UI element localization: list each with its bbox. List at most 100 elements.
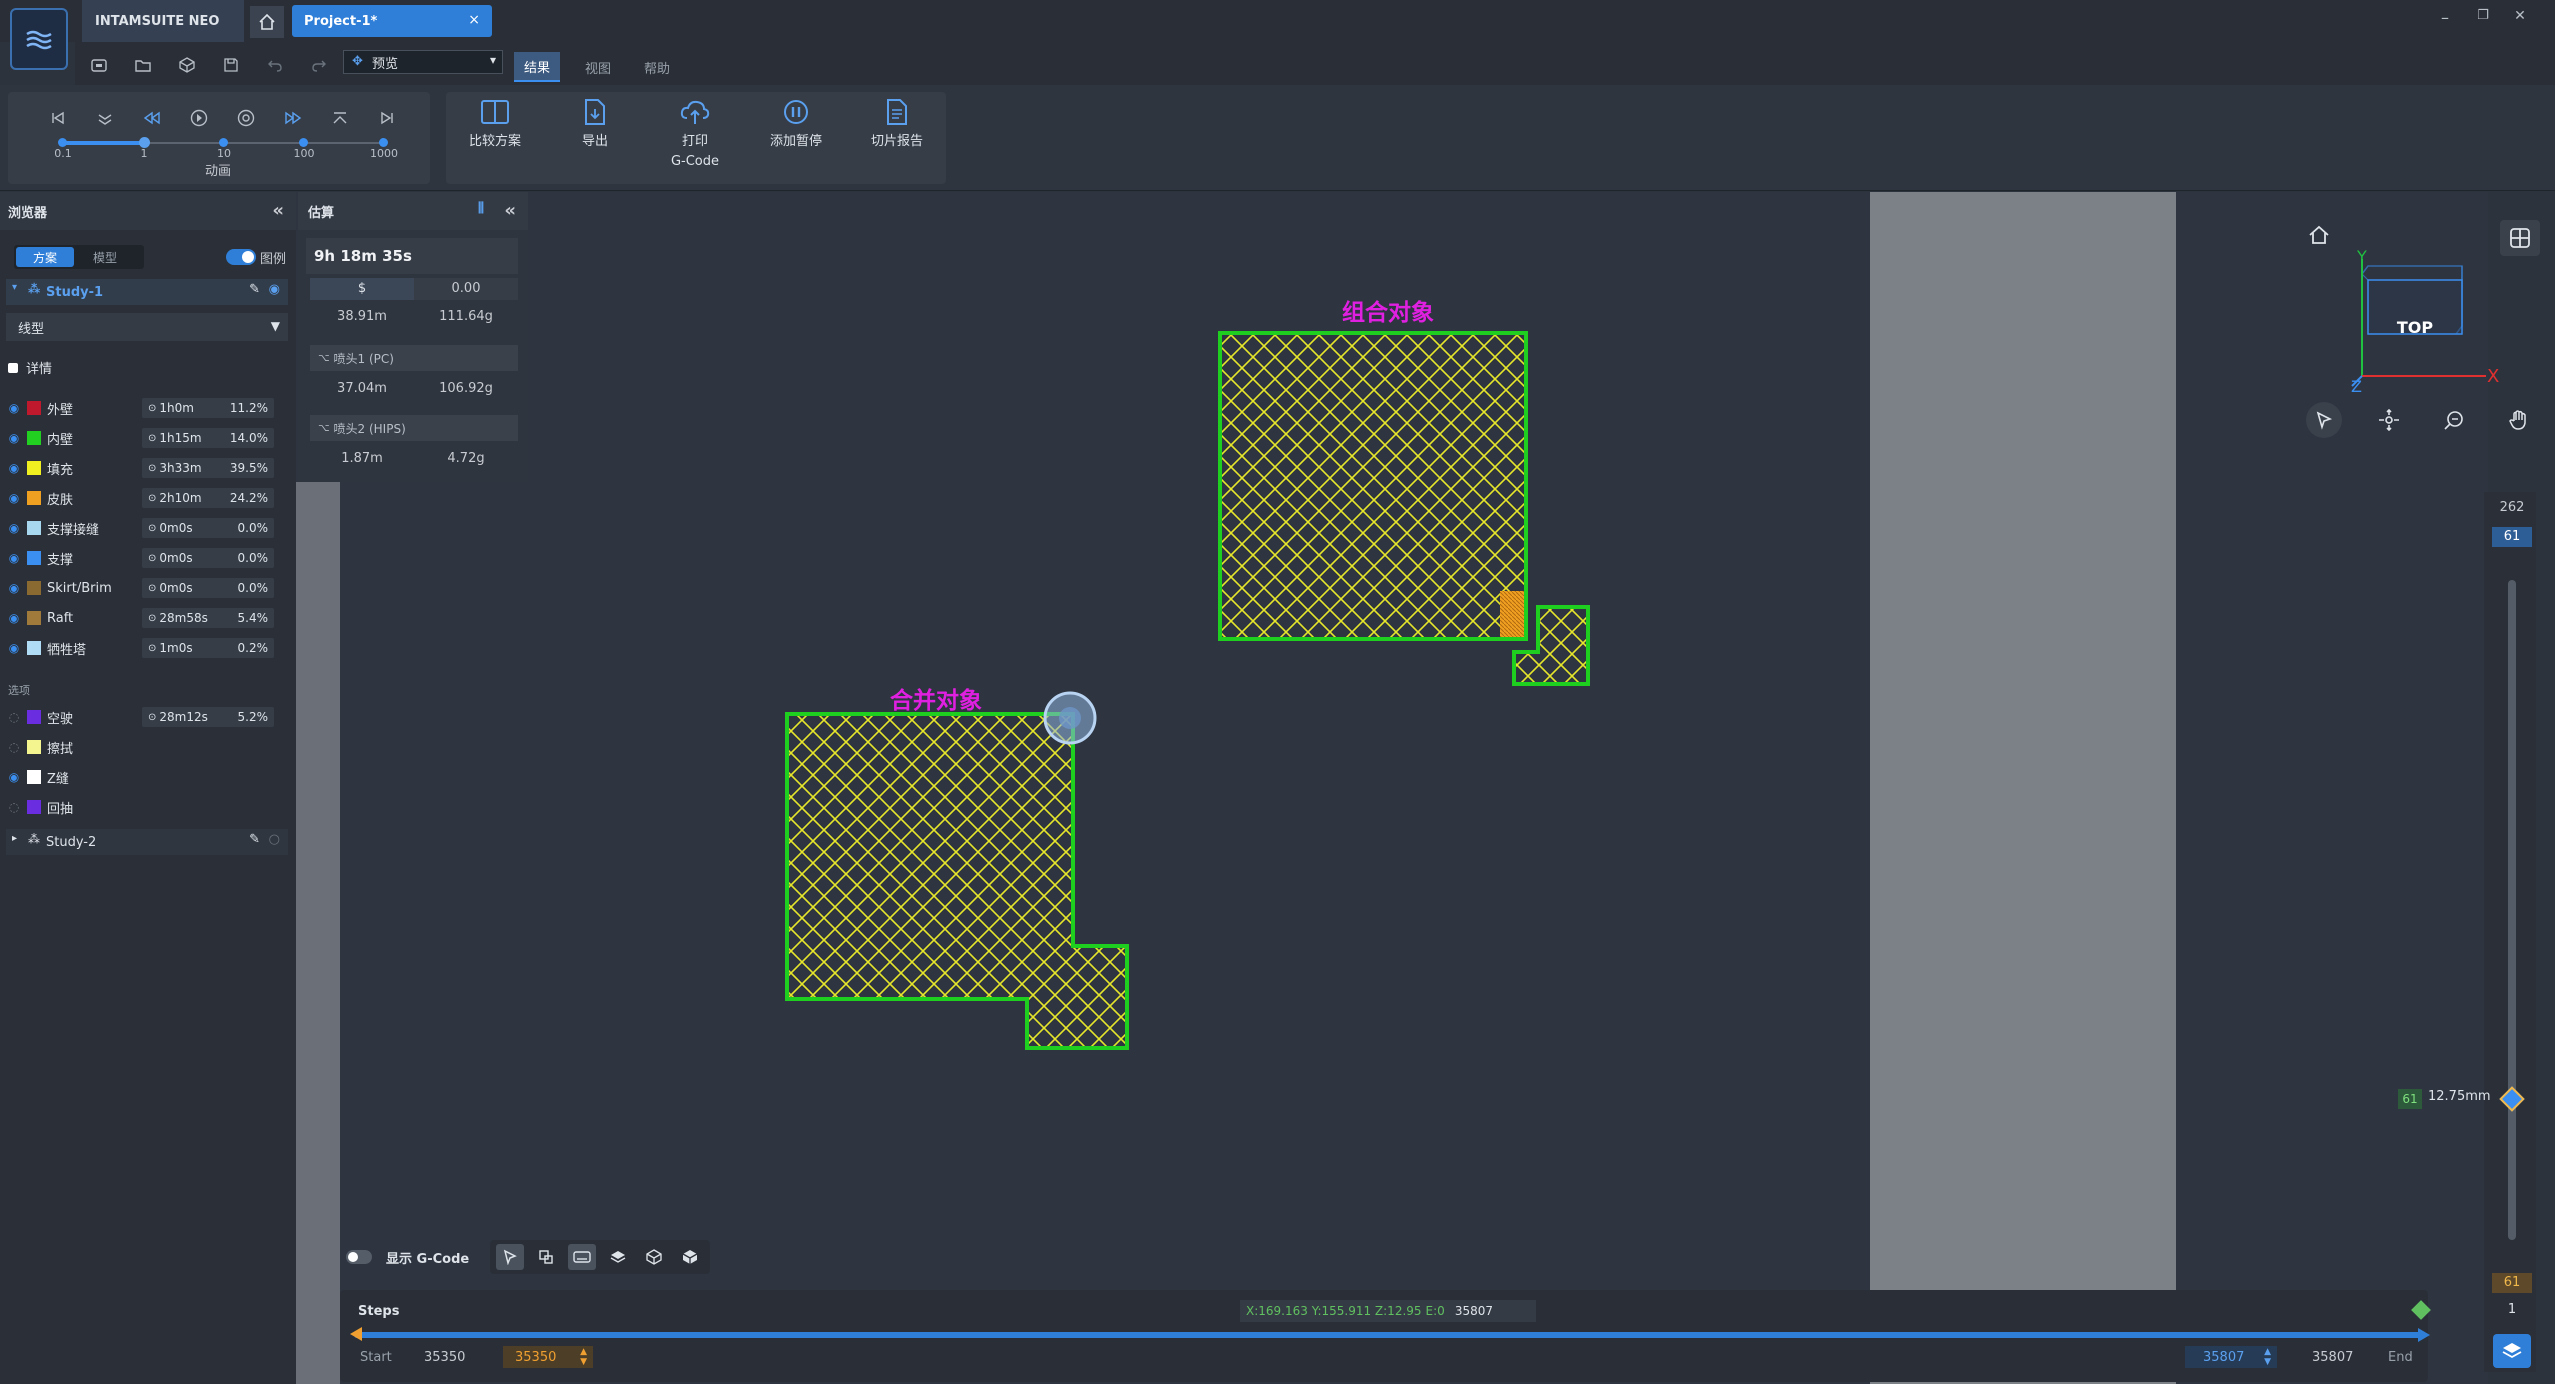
box-select-button[interactable]	[532, 1244, 560, 1270]
speed-tick[interactable]	[299, 138, 308, 147]
eye-icon[interactable]: ◉	[6, 770, 22, 784]
tab-view[interactable]: 视图	[575, 52, 621, 82]
feature-color-swatch[interactable]	[27, 611, 41, 625]
home-view-button[interactable]	[2308, 224, 2330, 246]
tab-help[interactable]: 帮助	[634, 52, 680, 82]
feature-color-swatch[interactable]	[27, 641, 41, 655]
view-cube[interactable]: TOP Y X Z	[2340, 244, 2510, 394]
stop-button[interactable]	[232, 106, 260, 130]
eye-icon[interactable]: ◉	[6, 431, 22, 445]
speed-tick[interactable]	[219, 138, 228, 147]
expand-icon[interactable]: ▸	[12, 833, 17, 844]
collapse-icon[interactable]: «	[272, 200, 284, 221]
feature-color-swatch[interactable]	[27, 401, 41, 415]
import-model-button[interactable]	[172, 52, 202, 78]
export-button[interactable]: 导出	[550, 98, 640, 180]
rewind-button[interactable]	[138, 106, 166, 130]
feature-row[interactable]: ◉ 填充 ⊙ 3h33m 39.5%	[6, 456, 276, 480]
feature-row[interactable]: ◉ Raft ⊙ 28m58s 5.4%	[6, 606, 276, 630]
edit-icon[interactable]: ✎	[249, 832, 260, 847]
feature-row[interactable]: ◉ 牺牲塔 ⊙ 1m0s 0.2%	[6, 636, 276, 660]
zoom-tool-button[interactable]	[2436, 402, 2472, 438]
slice-report-button[interactable]: 切片报告	[852, 98, 942, 180]
layer-slider-track[interactable]	[2508, 580, 2516, 1240]
select-mode-button[interactable]	[496, 1244, 524, 1270]
feature-color-swatch[interactable]	[27, 491, 41, 505]
restore-button[interactable]: ❐	[2470, 8, 2496, 23]
home-tab[interactable]	[250, 6, 284, 38]
feature-color-swatch[interactable]	[27, 551, 41, 565]
tab-plans[interactable]: 方案	[16, 247, 74, 267]
top-view-button[interactable]	[568, 1244, 596, 1270]
merge-object-toolpath[interactable]	[785, 712, 1129, 1050]
feature-color-swatch[interactable]	[27, 431, 41, 445]
add-pause-button[interactable]: 添加暂停	[751, 98, 841, 180]
speed-tick[interactable]	[58, 138, 67, 147]
option-row[interactable]: ◉ Z缝	[6, 765, 276, 789]
view-mode-select[interactable]: ✥ 预览 ▾	[343, 50, 503, 74]
feature-row[interactable]: ◉ 支撑接缝 ⊙ 0m0s 0.0%	[6, 516, 276, 540]
close-tab-icon[interactable]: ×	[468, 12, 480, 28]
new-file-button[interactable]	[84, 52, 114, 78]
pan-tool-button[interactable]	[2501, 402, 2537, 438]
legend-toggle[interactable]	[226, 249, 256, 265]
orbit-tool-button[interactable]	[2371, 402, 2407, 438]
color-scheme-select[interactable]: 线型 ▼	[6, 313, 288, 341]
option-row[interactable]: ◌ 擦拭	[6, 735, 276, 759]
columns-icon[interactable]: ⫼	[478, 201, 484, 216]
skip-start-button[interactable]	[44, 106, 72, 130]
undo-button[interactable]	[260, 52, 290, 78]
layer-current-bottom[interactable]: 61	[2492, 1273, 2532, 1293]
layers-button[interactable]	[2493, 1334, 2531, 1368]
print-gcode-button[interactable]: 打印 G-Code	[650, 98, 740, 180]
show-gcode-toggle[interactable]	[346, 1250, 372, 1264]
detail-checkbox[interactable]: 详情	[8, 358, 52, 377]
expand-icon[interactable]: ▾	[12, 282, 17, 293]
fast-forward-button[interactable]	[279, 106, 307, 130]
study-2-item[interactable]: ▸ ⁂ Study-2 ✎ ○	[6, 829, 288, 855]
skip-end-button[interactable]	[373, 106, 401, 130]
group-object-toolpath[interactable]	[1218, 331, 1590, 686]
layer-current-top[interactable]: 61	[2492, 527, 2532, 547]
eye-icon[interactable]: ◉	[6, 611, 22, 625]
edit-icon[interactable]: ✎	[249, 282, 260, 297]
eye-icon[interactable]: ◉	[6, 401, 22, 415]
feature-row[interactable]: ◉ 皮肤 ⊙ 2h10m 24.2%	[6, 486, 276, 510]
collapse-icon[interactable]: «	[504, 200, 516, 221]
select-tool-button[interactable]	[2306, 402, 2342, 438]
spin-icon[interactable]: ▲ ▼	[2264, 1347, 2271, 1367]
solid-view-button[interactable]	[640, 1244, 668, 1270]
start-step-input[interactable]: 35350 ▲ ▼	[503, 1346, 593, 1368]
tab-models[interactable]: 模型	[76, 247, 134, 267]
feature-row[interactable]: ◉ 外壁 ⊙ 1h0m 11.2%	[6, 396, 276, 420]
eye-off-icon[interactable]: ◌	[6, 800, 22, 814]
eye-icon[interactable]: ◉	[6, 521, 22, 535]
eye-off-icon[interactable]: ◌	[6, 740, 22, 754]
option-color-swatch[interactable]	[27, 800, 41, 814]
steps-track[interactable]	[354, 1332, 2424, 1338]
option-color-swatch[interactable]	[27, 740, 41, 754]
save-button[interactable]	[216, 52, 246, 78]
option-color-swatch[interactable]	[27, 710, 41, 724]
feature-color-swatch[interactable]	[27, 461, 41, 475]
speed-tick[interactable]	[379, 138, 388, 147]
eye-icon[interactable]: ◉	[6, 461, 22, 475]
feature-row[interactable]: ◉ Skirt/Brim ⊙ 0m0s 0.0%	[6, 576, 276, 600]
eye-icon[interactable]: ◉	[6, 641, 22, 655]
inactive-radio-icon[interactable]: ○	[269, 832, 280, 847]
project-tab[interactable]: Project-1* ×	[292, 5, 492, 37]
eye-off-icon[interactable]: ◌	[6, 710, 22, 724]
eye-icon[interactable]: ◉	[6, 581, 22, 595]
layer-up-button[interactable]	[326, 106, 354, 130]
option-row[interactable]: ◌ 空驶 ⊙ 28m12s 5.2%	[6, 705, 276, 729]
layer-view-button[interactable]	[604, 1244, 632, 1270]
minimize-button[interactable]: –	[2432, 8, 2458, 27]
xray-view-button[interactable]	[676, 1244, 704, 1270]
option-row[interactable]: ◌ 回抽	[6, 795, 276, 819]
close-window-button[interactable]: ✕	[2507, 8, 2533, 24]
play-button[interactable]	[185, 106, 213, 130]
end-step-input[interactable]: 35807 ▲ ▼	[2185, 1346, 2277, 1368]
open-folder-button[interactable]	[128, 52, 158, 78]
active-radio-icon[interactable]: ◉	[269, 282, 280, 297]
option-color-swatch[interactable]	[27, 770, 41, 784]
